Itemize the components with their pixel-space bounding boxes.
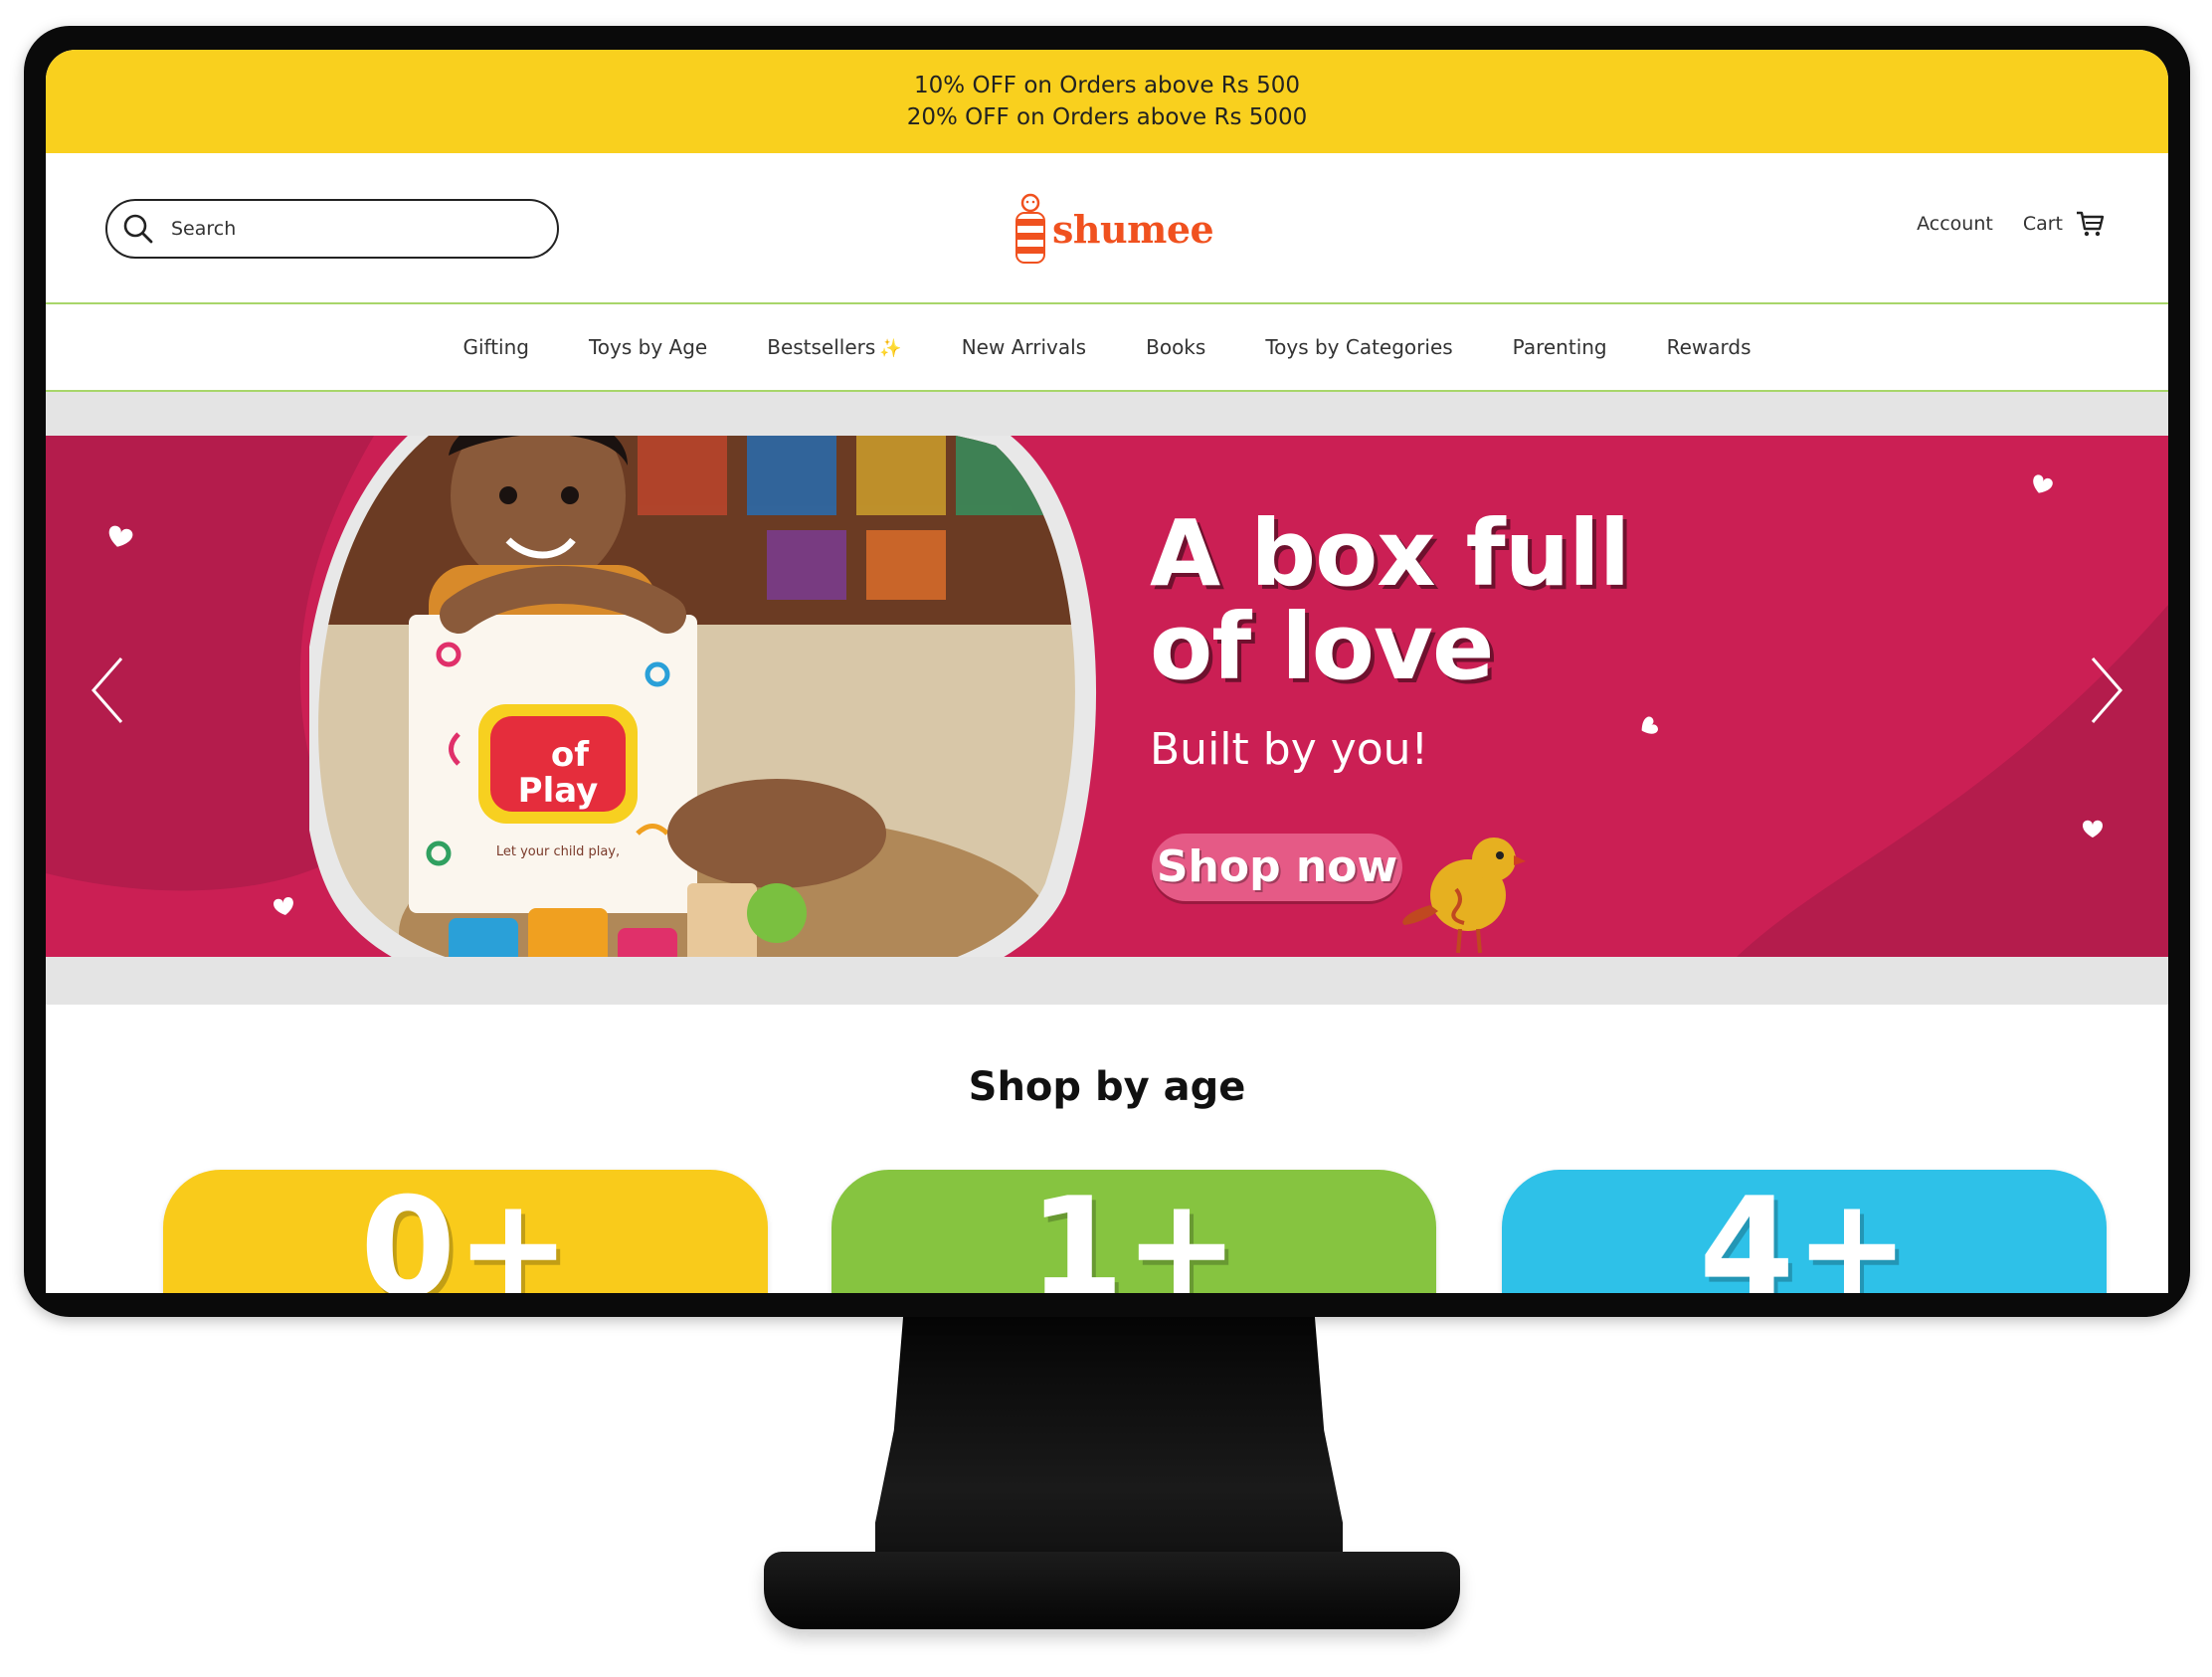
carousel-prev-arrow-icon[interactable]: [86, 652, 131, 728]
header-actions: Account Cart: [1917, 209, 2105, 239]
age-card-label: 4+: [1699, 1170, 1910, 1294]
logo-mascot-icon: [1015, 193, 1045, 264]
announcement-line-2: 20% OFF on Orders above Rs 5000: [906, 104, 1308, 130]
hero-title-line-1: A box full: [1150, 500, 1630, 607]
hero-title: A box full of love: [1150, 507, 1846, 694]
age-card-4-plus[interactable]: 4+: [1502, 1170, 2107, 1293]
box-caption: Let your child play,: [496, 844, 620, 859]
hero-product-photo: of Play Let your child play,: [309, 436, 1097, 957]
cart-link[interactable]: Cart: [2023, 213, 2063, 235]
shumee-logo[interactable]: shumee: [1011, 189, 1229, 269]
age-card-label: 0+: [360, 1170, 571, 1294]
nav-item-rewards[interactable]: Rewards: [1667, 335, 1751, 359]
cart-icon[interactable]: [2075, 209, 2105, 239]
announcement-bar: 10% OFF on Orders above Rs 500 20% OFF o…: [46, 50, 2168, 153]
sparkle-icon: ✨: [879, 338, 902, 359]
monitor-base: [764, 1552, 1460, 1629]
monitor-frame: 10% OFF on Orders above Rs 500 20% OFF o…: [24, 26, 2190, 1317]
nav-item-books[interactable]: Books: [1146, 335, 1205, 359]
nav-item-bestsellers[interactable]: Bestsellers ✨: [767, 335, 902, 359]
hero-subtitle: Built by you!: [1150, 724, 1429, 775]
age-card-1-plus[interactable]: 1+: [831, 1170, 1436, 1293]
box-text-play: Play: [518, 771, 599, 811]
nav-item-new-arrivals[interactable]: New Arrivals: [962, 335, 1086, 359]
carousel-next-arrow-icon[interactable]: [2083, 652, 2128, 728]
main-navigation: Gifting Toys by Age Bestsellers ✨ New Arr…: [46, 304, 2168, 392]
search-box[interactable]: [105, 199, 559, 259]
logo-text: shumee: [1052, 206, 1214, 252]
age-card-0-plus[interactable]: 0+: [163, 1170, 768, 1293]
shop-now-button[interactable]: Shop now: [1152, 834, 1402, 901]
nav-item-toys-by-categories[interactable]: Toys by Categories: [1265, 335, 1452, 359]
bird-illustration-icon: [1402, 838, 1526, 954]
box-text-of: of: [551, 735, 590, 775]
search-icon[interactable]: [121, 212, 155, 246]
website-screen: 10% OFF on Orders above Rs 500 20% OFF o…: [46, 50, 2168, 1293]
account-link[interactable]: Account: [1917, 213, 1993, 235]
nav-item-bestsellers-label: Bestsellers: [767, 335, 876, 359]
nav-item-gifting[interactable]: Gifting: [462, 335, 529, 359]
age-card-label: 1+: [1028, 1170, 1239, 1294]
hero-title-line-2: of love: [1150, 594, 1494, 700]
announcement-line-1: 10% OFF on Orders above Rs 500: [914, 73, 1300, 98]
nav-item-parenting[interactable]: Parenting: [1513, 335, 1607, 359]
hero-slide[interactable]: of Play Let your child play, A box full …: [46, 436, 2168, 957]
shop-by-age-title: Shop by age: [968, 1064, 1246, 1110]
site-header: shumee Account Cart: [46, 153, 2168, 304]
search-input[interactable]: [169, 217, 531, 241]
nav-item-toys-by-age[interactable]: Toys by Age: [589, 335, 707, 359]
hero-carousel: of Play Let your child play, A box full …: [46, 392, 2168, 1005]
